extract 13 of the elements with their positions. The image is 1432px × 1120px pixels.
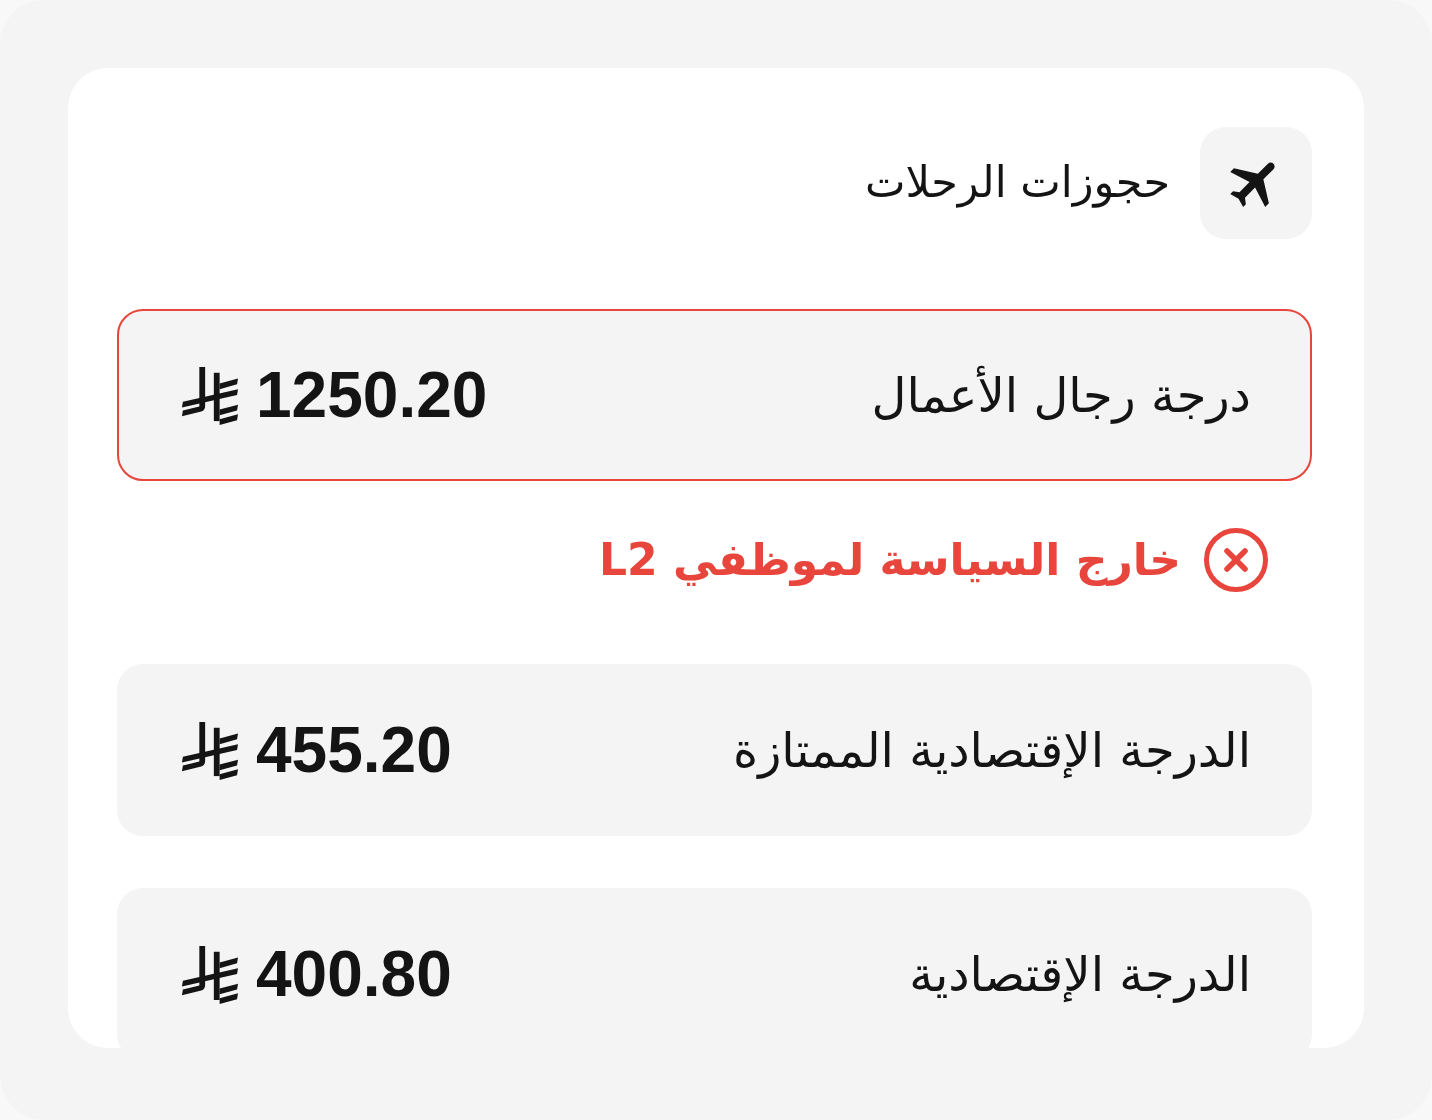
fare-class-label: الدرجة الإقتصادية: [909, 944, 1251, 1005]
fare-class-label: الدرجة الإقتصادية الممتازة: [733, 720, 1251, 781]
policy-warning-text: خارج السياسة لموظفي L2: [599, 533, 1181, 588]
fare-price: 400.80: [256, 938, 452, 1010]
currency-sign-icon: [180, 720, 238, 780]
x-circle-icon: [1203, 527, 1269, 593]
currency-sign-icon: [180, 365, 238, 425]
fare-class-label: درجة رجال الأعمال: [871, 364, 1251, 426]
currency-sign-icon: [180, 944, 238, 1004]
section-title: حجوزات الرحلات: [865, 157, 1170, 209]
fare-price: 1250.20: [256, 359, 488, 431]
fare-price: 455.20: [256, 714, 452, 786]
airplane-icon: [1200, 127, 1312, 239]
